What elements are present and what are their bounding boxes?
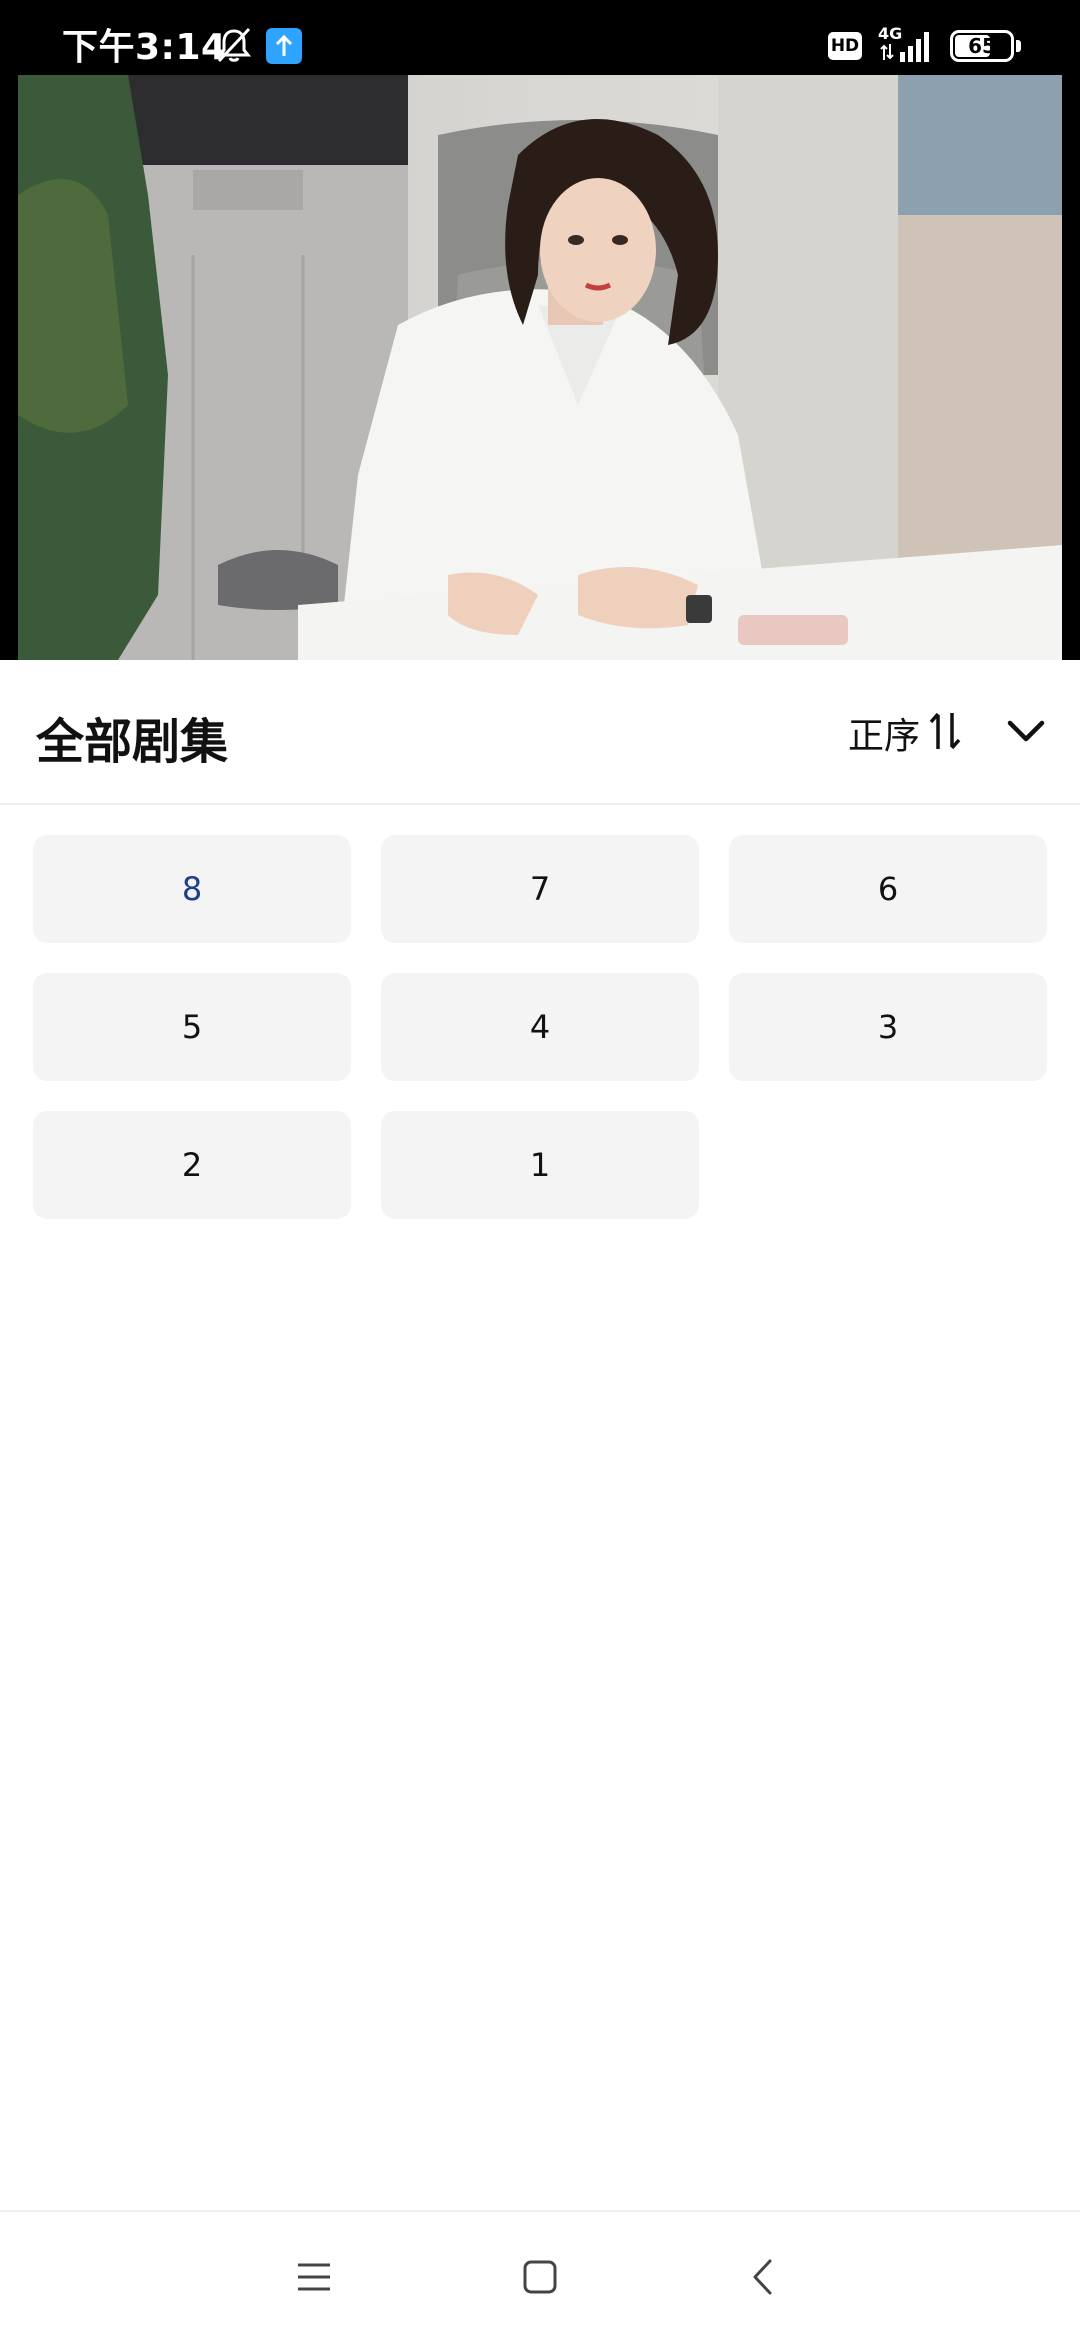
episode-button[interactable]: 7: [381, 835, 699, 943]
battery-icon: 65: [950, 30, 1014, 62]
menu-button[interactable]: [287, 2250, 341, 2304]
hd-icon: HD: [828, 32, 862, 60]
upload-app-icon: [266, 28, 302, 64]
episode-button[interactable]: 5: [33, 973, 351, 1081]
episode-button[interactable]: 3: [729, 973, 1047, 1081]
back-icon: [737, 2259, 791, 2308]
episodes-title: 全部剧集: [36, 714, 229, 770]
signal-icon: 4G: [878, 24, 938, 64]
episode-button[interactable]: 2: [33, 1111, 351, 1219]
sort-order-button[interactable]: 正序: [848, 708, 962, 758]
battery-label: 65: [968, 34, 996, 58]
mute-bell-icon: [214, 26, 254, 64]
status-time: 下午3:14: [62, 27, 227, 68]
collapse-button[interactable]: [998, 704, 1054, 760]
sort-arrows-icon: [928, 709, 962, 757]
episode-button[interactable]: 8: [33, 835, 351, 943]
status-bar: 下午3:14 HD 4G 65: [0, 0, 1080, 75]
video-player[interactable]: [0, 75, 1080, 660]
episodes-header: 全部剧集 正序: [0, 660, 1080, 805]
episode-button[interactable]: 6: [729, 835, 1047, 943]
episode-button[interactable]: 4: [381, 973, 699, 1081]
battery-tip: [1016, 40, 1021, 52]
video-frame: [18, 75, 1062, 660]
menu-icon: [287, 2263, 341, 2308]
back-button[interactable]: [737, 2250, 791, 2304]
chevron-down-icon: [998, 720, 1054, 764]
system-nav-bar: [0, 2210, 1080, 2340]
sort-label: 正序: [848, 716, 921, 757]
episode-button[interactable]: 1: [381, 1111, 699, 1219]
home-icon: [513, 2260, 567, 2308]
home-button[interactable]: [513, 2250, 567, 2304]
